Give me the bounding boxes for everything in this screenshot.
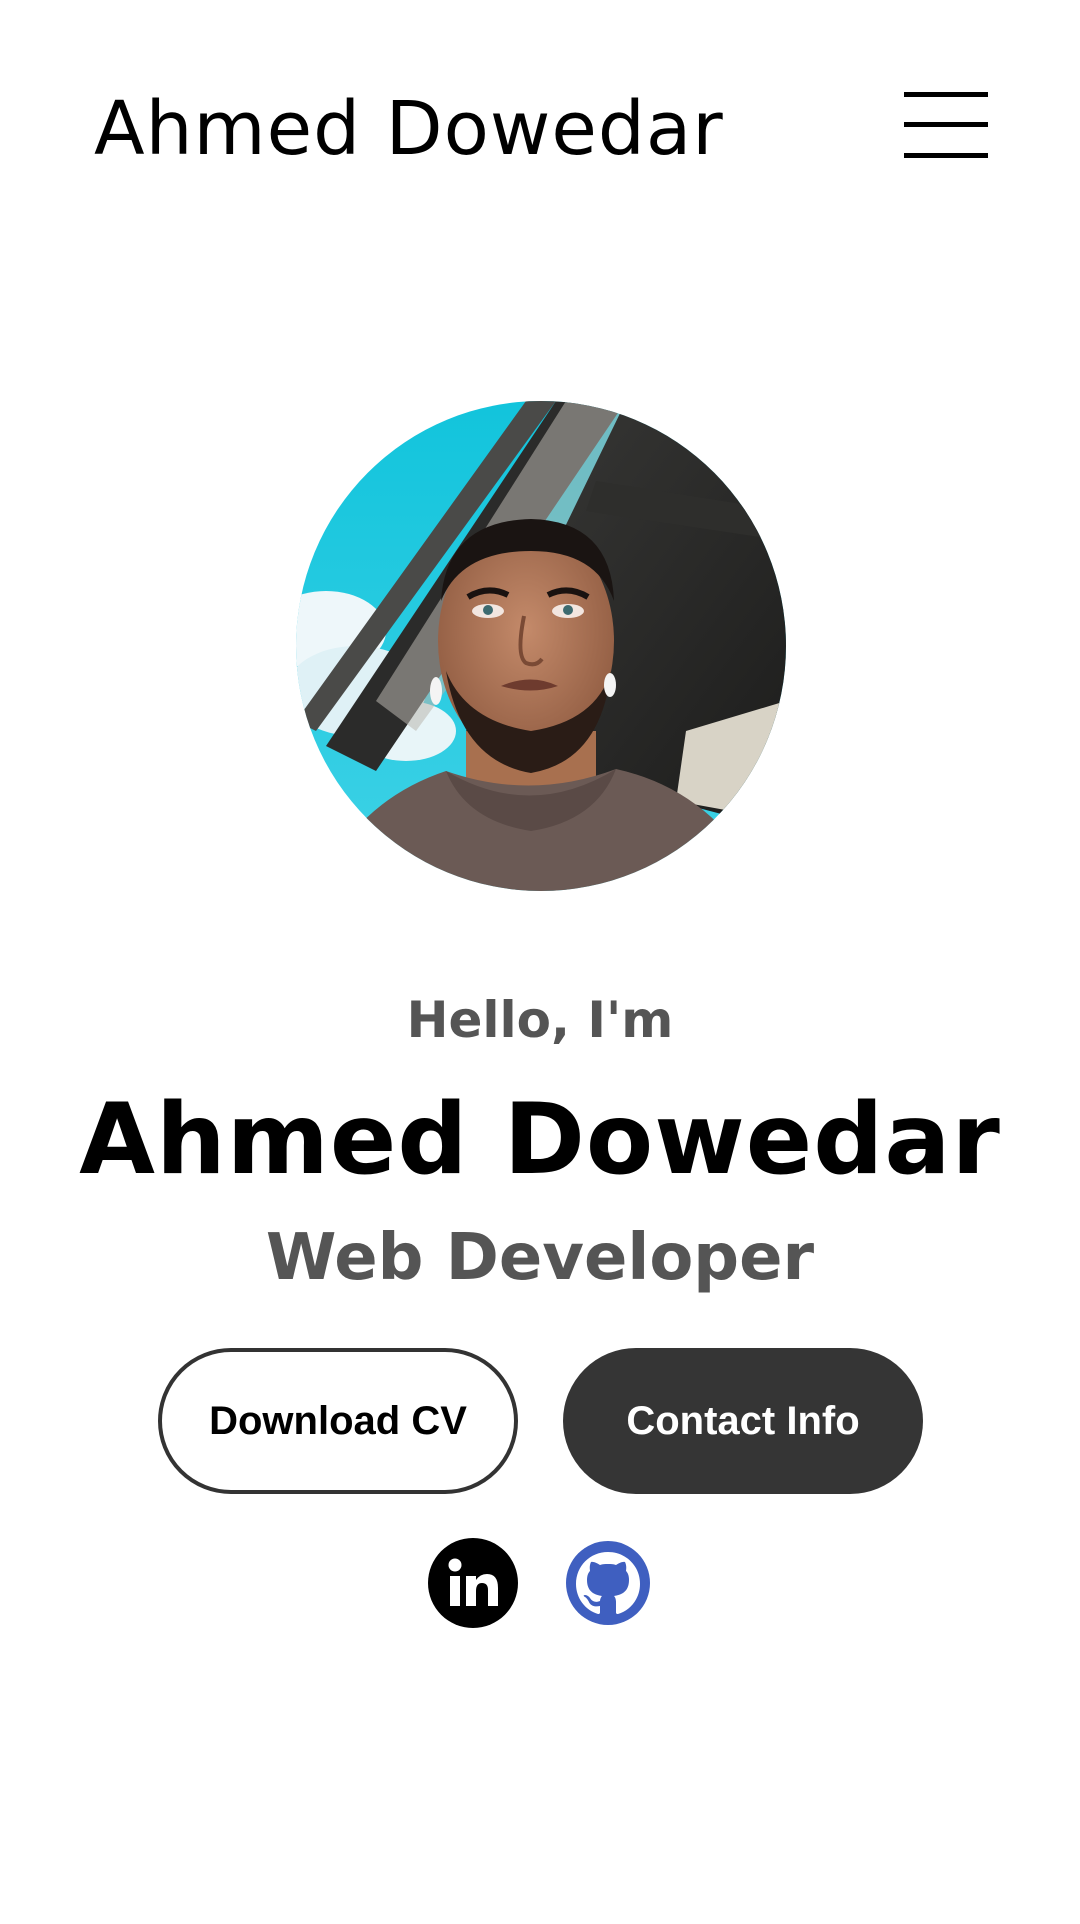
- menu-line: [904, 153, 988, 158]
- profile-photo: [296, 401, 786, 891]
- greeting-text: Hello, I'm: [406, 991, 674, 1049]
- hamburger-menu-icon[interactable]: [900, 90, 988, 162]
- site-brand[interactable]: Ahmed Dowedar: [94, 84, 724, 174]
- download-cv-button[interactable]: Download CV: [158, 1348, 518, 1494]
- contact-info-button[interactable]: Contact Info: [563, 1348, 923, 1494]
- menu-line: [904, 92, 988, 97]
- menu-line: [904, 122, 988, 127]
- github-icon[interactable]: [563, 1538, 653, 1628]
- site-header: Ahmed Dowedar: [0, 0, 1080, 260]
- linkedin-icon[interactable]: [428, 1538, 518, 1628]
- profile-role: Web Developer: [265, 1221, 815, 1295]
- profile-name: Ahmed Dowedar: [79, 1083, 1001, 1197]
